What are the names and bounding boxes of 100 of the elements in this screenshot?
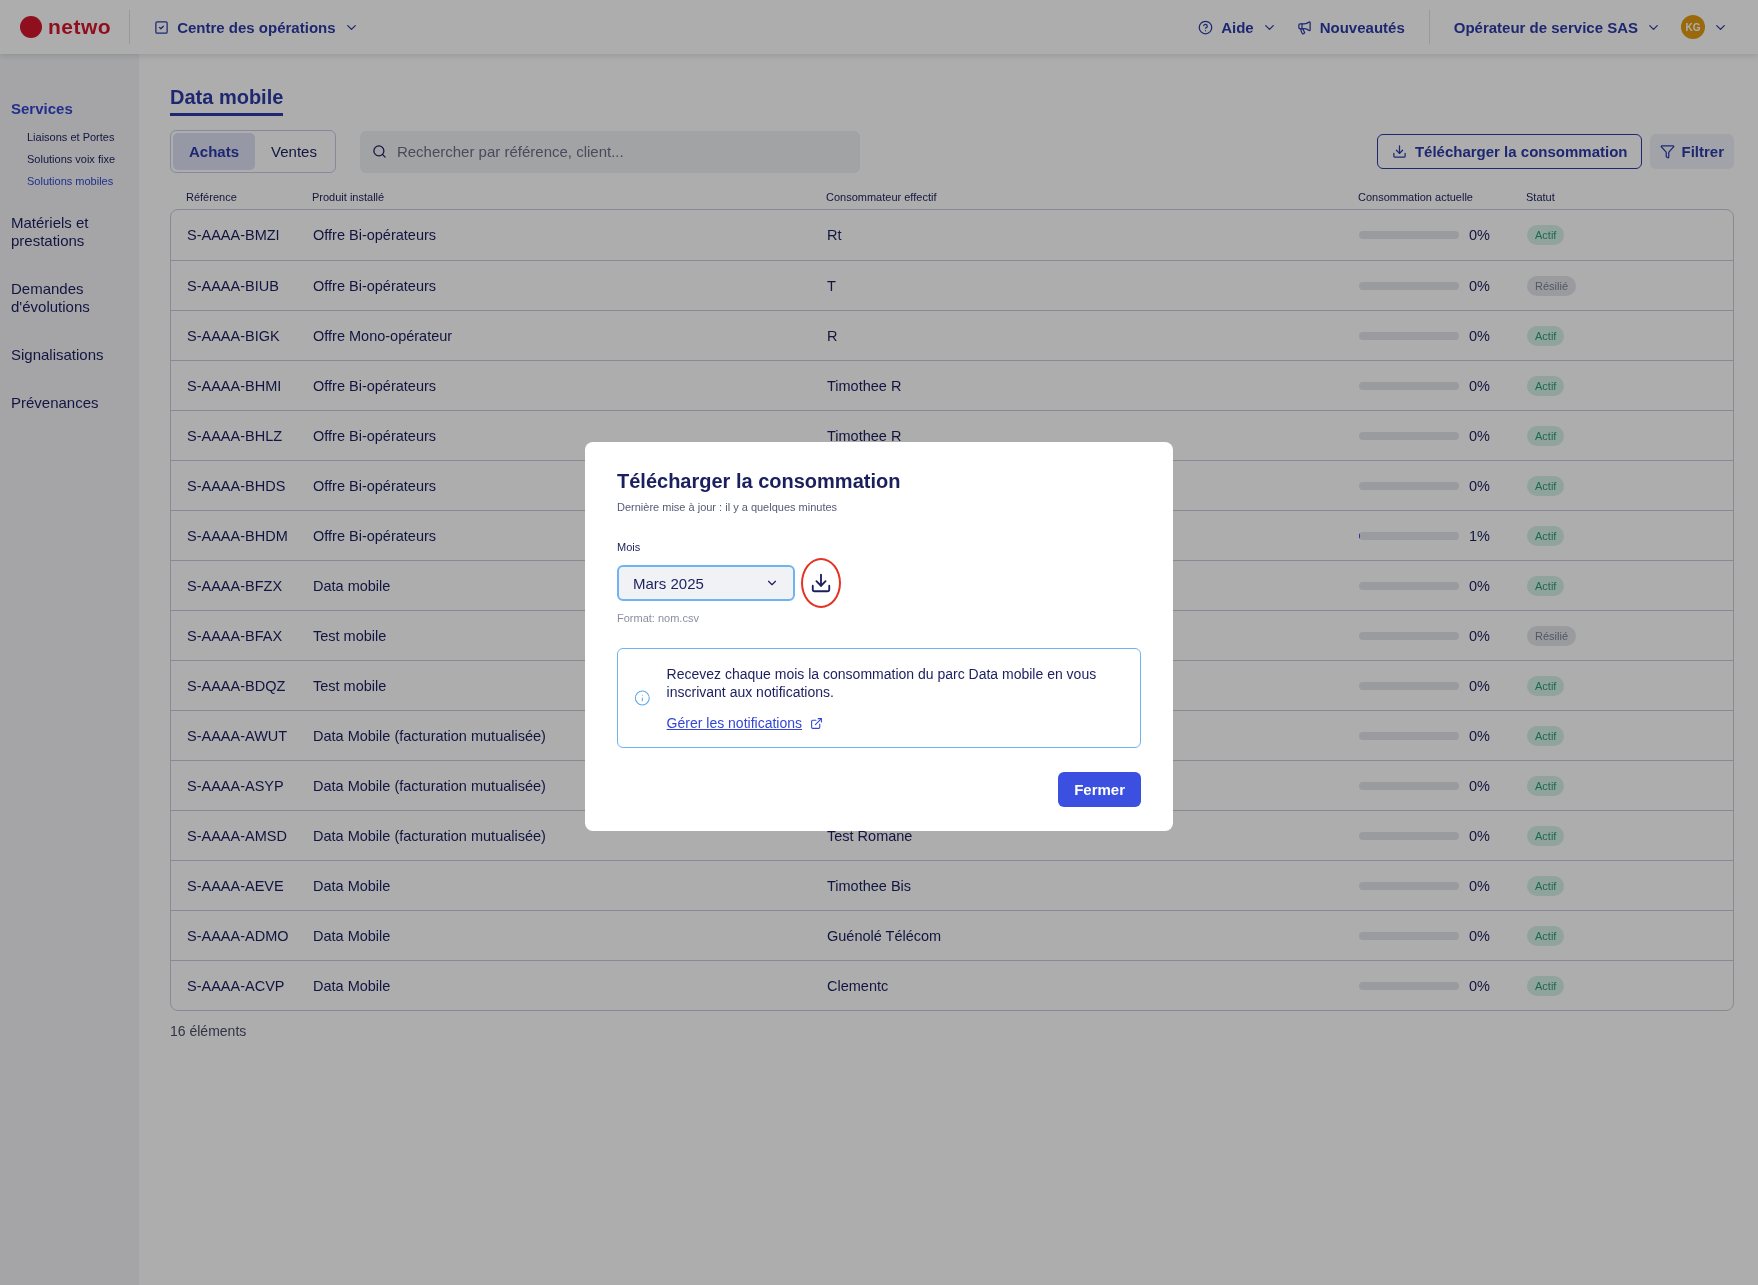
search-icon: [371, 144, 387, 159]
table-cell: Offre Mono-opérateur: [313, 327, 453, 344]
table-cell: Clementc: [827, 977, 889, 994]
status-badge: Actif: [1527, 825, 1565, 846]
consumption-value: 0%: [1469, 277, 1490, 294]
consumption-value: 0%: [1469, 377, 1490, 394]
page-title: Data mobile: [170, 86, 284, 116]
close-button[interactable]: Fermer: [1058, 772, 1141, 807]
table-cell: S-AAAA-BFZX: [187, 577, 283, 594]
table-cell: S-AAAA-BHMI: [187, 377, 282, 394]
consumption-value: 0%: [1469, 727, 1490, 744]
sidebar-item[interactable]: Demandes d'évolutions: [11, 280, 139, 316]
filter-icon: [1660, 144, 1676, 159]
table-cell: S-AAAA-AMSD: [187, 827, 287, 844]
account-menu[interactable]: Opérateur de service SAS: [1443, 18, 1671, 36]
consumption-value: 0%: [1469, 477, 1490, 494]
status-badge: Actif: [1527, 575, 1565, 596]
format-hint: Format: nom.csv: [617, 612, 700, 624]
logo: netwo: [48, 15, 112, 39]
table-cell: Offre Bi-opérateurs: [313, 377, 437, 394]
tab[interactable]: Achats: [173, 133, 256, 170]
search-field[interactable]: Rechercher par référence, client...: [359, 130, 860, 173]
table-cell: Timothee R: [827, 427, 902, 444]
download-icon-button[interactable]: [801, 558, 841, 608]
consumption-value: 0%: [1469, 577, 1490, 594]
sidebar-item[interactable]: Signalisations: [11, 346, 139, 364]
table-cell: S-AAAA-AEVE: [187, 877, 284, 894]
table-cell: Data Mobile: [313, 977, 391, 994]
external-link-icon: [810, 716, 823, 730]
status-badge: Résilié: [1527, 625, 1576, 646]
status-badge: Actif: [1527, 925, 1565, 946]
table-cell: Rt: [827, 227, 842, 243]
table-cell: T: [827, 277, 836, 294]
status-badge: Résilié: [1527, 275, 1576, 296]
info-icon: [634, 687, 651, 709]
sidebar-item[interactable]: Prévenances: [11, 394, 139, 412]
status-badge: Actif: [1527, 975, 1565, 996]
status-badge: Actif: [1527, 475, 1565, 496]
news-button[interactable]: Nouveautés: [1286, 18, 1415, 36]
table-cell: S-AAAA-BIUB: [187, 277, 279, 294]
status-badge: Actif: [1527, 375, 1565, 396]
table-cell: Timothee R: [827, 377, 902, 394]
status-badge: Actif: [1527, 675, 1565, 696]
table-cell: Timothee Bis: [827, 877, 912, 894]
sidebar-item[interactable]: Matériels et prestations: [11, 214, 139, 250]
table-cell: S-AAAA-BDQZ: [187, 677, 286, 694]
sidebar-subitem[interactable]: Liaisons et Portes: [11, 126, 139, 148]
status-badge: Actif: [1527, 775, 1565, 796]
megaphone-icon: [1296, 19, 1312, 35]
modal-subtitle: Dernière mise à jour : il y a quelques minutes: [617, 501, 839, 513]
sidebar-subitem[interactable]: Solutions voix fixe: [11, 148, 139, 170]
table-cell: Data Mobile (facturation mutualisée): [313, 827, 546, 844]
download-button[interactable]: Télécharger la consommation: [1376, 134, 1643, 169]
field-label: Mois: [617, 541, 642, 553]
status-badge: Actif: [1527, 325, 1565, 346]
consumption-value: 0%: [1469, 427, 1490, 444]
download-icon: [810, 572, 832, 594]
item-count: 16 éléments: [170, 1023, 248, 1039]
consumption-value: 1%: [1469, 527, 1490, 544]
table-cell: S-AAAA-ADMO: [187, 927, 289, 944]
status-badge: Actif: [1527, 225, 1565, 245]
table-cell: S-AAAA-BIGK: [187, 327, 280, 344]
search-input[interactable]: Rechercher par référence, client...: [394, 142, 848, 161]
table-cell: Offre Bi-opérateurs: [313, 527, 437, 544]
table-cell: Data Mobile: [313, 927, 391, 944]
table-cell: S-AAAA-BHDM: [187, 527, 288, 544]
table-cell: S-AAAA-BHLZ: [187, 427, 283, 444]
table-cell: S-AAAA-BHDS: [187, 477, 286, 494]
sidebar-subitem[interactable]: Solutions mobiles: [11, 170, 139, 192]
table-cell: Offre Bi-opérateurs: [313, 427, 437, 444]
consumption-value: 0%: [1469, 927, 1490, 944]
table-cell: Offre Bi-opérateurs: [313, 227, 437, 243]
consumption-value: 0%: [1469, 777, 1490, 794]
table-cell: S-AAAA-BMZI: [187, 227, 280, 243]
table-cell: Data Mobile (facturation mutualisée): [313, 777, 546, 794]
logo-icon: [20, 16, 42, 38]
month-select[interactable]: Mars 2025: [617, 565, 795, 601]
table-cell: Offre Bi-opérateurs: [313, 477, 437, 494]
column-header: Statut: [1526, 191, 1556, 203]
column-header: Produit installé: [312, 191, 386, 203]
consumption-value: 0%: [1469, 977, 1490, 994]
sidebar-item[interactable]: Services: [11, 100, 139, 118]
status-badge: Actif: [1527, 425, 1565, 446]
consumption-value: 0%: [1469, 877, 1490, 894]
table-cell: S-AAAA-ASYP: [187, 777, 284, 794]
notifications-link[interactable]: Gérer les notifications: [666, 715, 1120, 731]
app-menu[interactable]: Centre des opérations: [144, 18, 369, 36]
table-cell: S-AAAA-AWUT: [187, 727, 288, 744]
table-cell: Offre Bi-opérateurs: [313, 277, 437, 294]
status-badge: Actif: [1527, 725, 1565, 746]
consumption-value: 0%: [1469, 227, 1490, 243]
status-badge: Actif: [1527, 525, 1565, 546]
table-cell: R: [827, 327, 838, 344]
help-menu[interactable]: Aide: [1188, 18, 1287, 36]
table-cell: Test mobile: [313, 627, 387, 644]
status-badge: Actif: [1527, 875, 1565, 896]
table-cell: S-AAAA-BFAX: [187, 627, 283, 644]
tab[interactable]: Ventes: [255, 133, 333, 170]
filter-button[interactable]: Filtrer: [1650, 134, 1734, 169]
consumption-value: 0%: [1469, 627, 1490, 644]
